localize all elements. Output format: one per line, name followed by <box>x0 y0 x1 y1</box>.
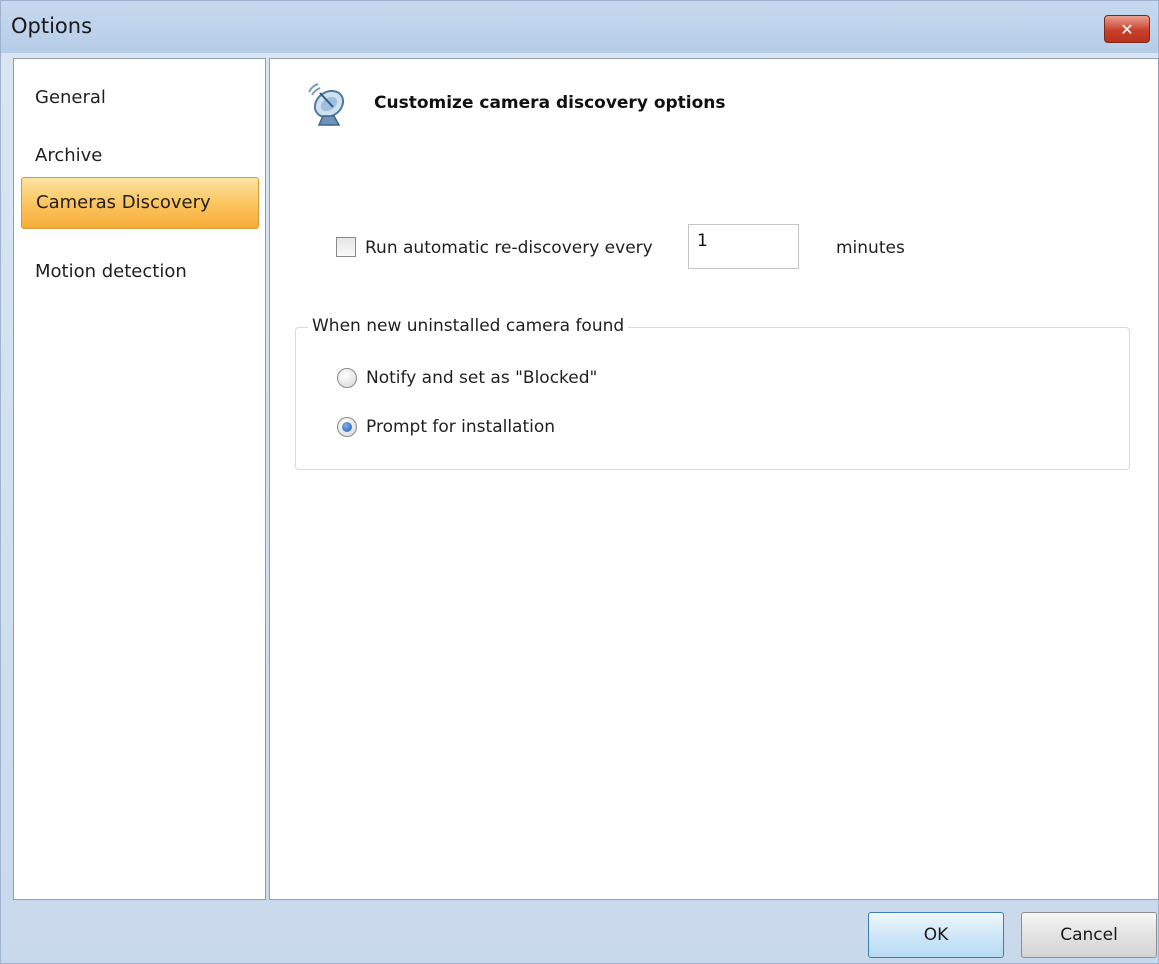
radio-selected-dot <box>342 422 352 432</box>
satellite-dish-icon <box>303 80 351 128</box>
close-icon: ✕ <box>1120 19 1134 39</box>
prompt-install-label: Prompt for installation <box>366 417 556 437</box>
rediscovery-interval-input[interactable] <box>688 224 799 269</box>
sidebar: General Archive Cameras Discovery Motion… <box>13 58 266 900</box>
interval-unit-label: minutes <box>836 238 905 258</box>
cancel-button[interactable]: Cancel <box>1021 912 1157 958</box>
notify-blocked-label: Notify and set as "Blocked" <box>366 368 598 388</box>
group-legend: When new uninstalled camera found <box>308 316 629 336</box>
notify-blocked-radio[interactable] <box>337 368 357 388</box>
title-bar[interactable]: Options ✕ <box>1 1 1158 53</box>
sidebar-item-label: Motion detection <box>35 261 187 282</box>
auto-rediscovery-checkbox[interactable] <box>336 237 356 257</box>
settings-panel: Customize camera discovery options Run a… <box>269 58 1159 900</box>
sidebar-item-motion-detection[interactable]: Motion detection <box>21 247 259 299</box>
sidebar-item-label: Cameras Discovery <box>36 192 211 213</box>
new-camera-options-group: When new uninstalled camera found Notify… <box>295 316 1130 470</box>
window-title: Options <box>11 14 93 38</box>
auto-rediscovery-label: Run automatic re-discovery every <box>365 238 653 258</box>
close-button[interactable]: ✕ <box>1104 15 1150 43</box>
ok-button[interactable]: OK <box>868 912 1004 958</box>
prompt-install-radio[interactable] <box>337 417 357 437</box>
sidebar-item-general[interactable]: General <box>21 73 259 125</box>
sidebar-item-cameras-discovery[interactable]: Cameras Discovery <box>21 177 259 229</box>
sidebar-item-label: Archive <box>35 145 103 166</box>
sidebar-item-label: General <box>35 87 106 108</box>
page-title: Customize camera discovery options <box>374 93 726 113</box>
sidebar-item-archive[interactable]: Archive <box>21 131 259 183</box>
options-dialog: Options ✕ General Archive Cameras Discov… <box>0 0 1159 964</box>
